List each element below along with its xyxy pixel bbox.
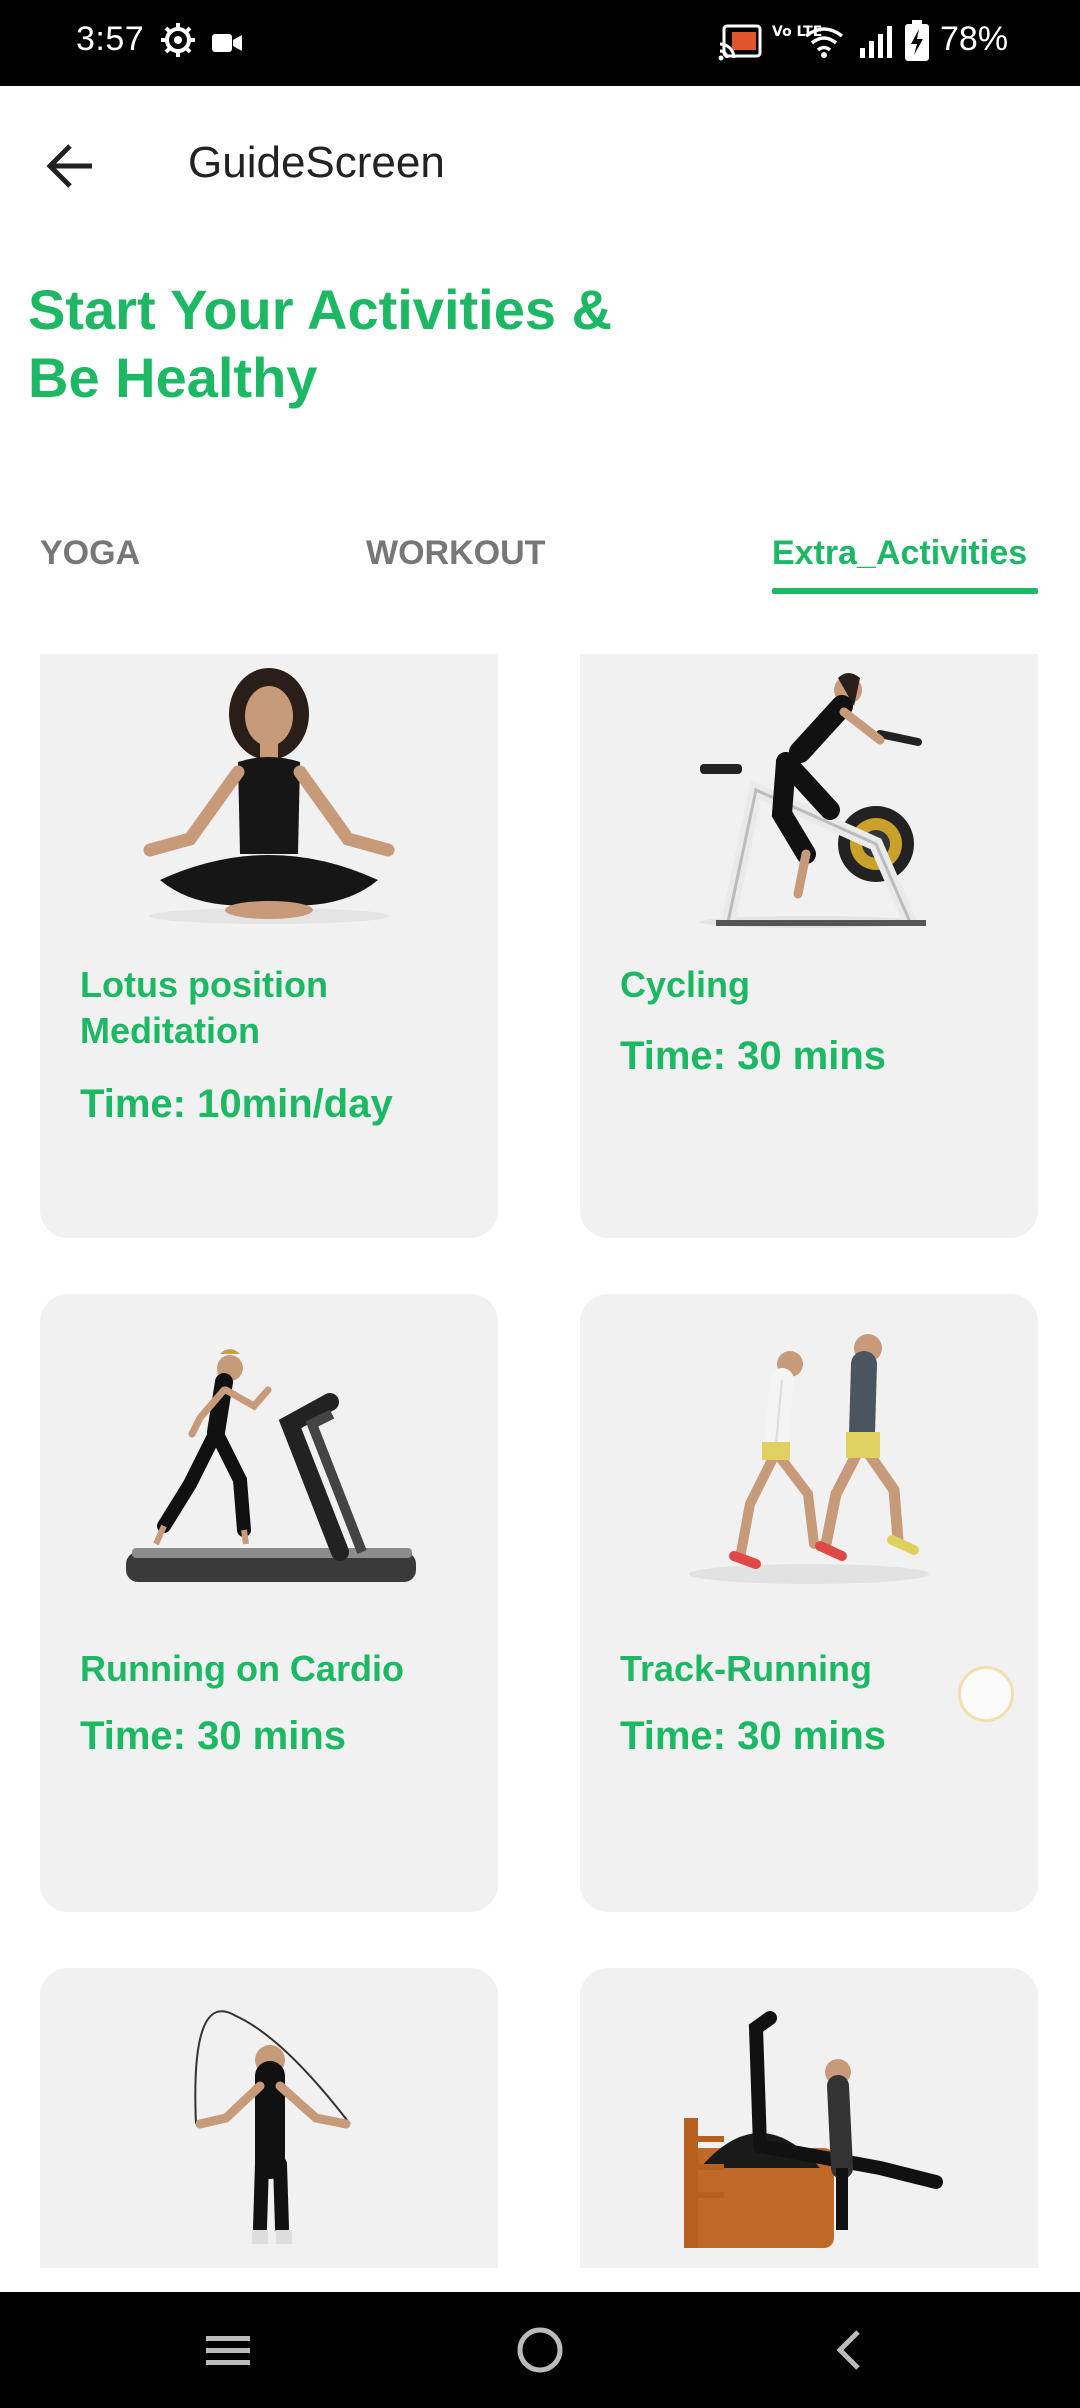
- tab-workout[interactable]: WORKOUT: [366, 534, 545, 573]
- system-nav-bar: [0, 2292, 1080, 2408]
- activity-name: Cycling: [620, 964, 751, 1005]
- activity-time: Time: 30 mins: [620, 1714, 887, 1758]
- tab-bar: YOGA WORKOUT Extra_Activities: [0, 520, 1080, 600]
- meditation-image: [143, 668, 395, 924]
- activity-time: Time: 30 mins: [80, 1714, 347, 1758]
- tab-yoga[interactable]: YOGA: [40, 534, 140, 573]
- activity-card[interactable]: Track-Running Time: 30 mins: [580, 1294, 1038, 1912]
- tab-indicator: [772, 588, 1038, 594]
- activity-card[interactable]: Cycling Time: 30 mins: [580, 654, 1038, 1238]
- activity-card[interactable]: [40, 1968, 498, 2268]
- activity-card[interactable]: Lotus position Meditation Time: 10min/da…: [40, 654, 498, 1238]
- home-circle-icon[interactable]: [510, 2320, 570, 2380]
- activity-name: Lotus position Meditation: [80, 964, 328, 1051]
- activity-card[interactable]: Running on Cardio Time: 30 mins: [40, 1294, 498, 1912]
- battery-charging-icon: [905, 20, 929, 61]
- page-title: GuideScreen: [188, 138, 445, 187]
- battery-percent: 78%: [940, 20, 1009, 58]
- activity-time: Time: 10min/day: [80, 1082, 393, 1126]
- activity-time: Time: 30 mins: [620, 1034, 887, 1078]
- menu-icon[interactable]: [198, 2320, 258, 2380]
- treadmill-image: [126, 1349, 416, 1582]
- app-bar: GuideScreen: [0, 86, 1080, 246]
- settings-gear-icon: [161, 23, 195, 57]
- video-camera-icon: [212, 34, 242, 52]
- arrow-left-icon[interactable]: [42, 136, 102, 196]
- status-time: 3:57: [76, 20, 145, 58]
- wifi-icon: [804, 27, 844, 58]
- status-bar: 3:57 Vo LTE 78%: [0, 0, 1080, 86]
- back-chevron-icon[interactable]: [820, 2320, 880, 2380]
- activity-name: Running on Cardio: [80, 1648, 404, 1689]
- pilates-image: [684, 2011, 943, 2248]
- jump-rope-image: [194, 2010, 351, 2244]
- cycling-image: [699, 673, 926, 928]
- cast-icon: [718, 24, 762, 61]
- headline: Start Your Activities & Be Healthy: [28, 278, 613, 409]
- touch-indicator: [958, 1666, 1014, 1722]
- tab-extra-activities[interactable]: Extra_Activities: [772, 534, 1027, 573]
- signal-icon: [860, 26, 892, 58]
- track-running-image: [689, 1334, 929, 1584]
- activity-card[interactable]: [580, 1968, 1038, 2268]
